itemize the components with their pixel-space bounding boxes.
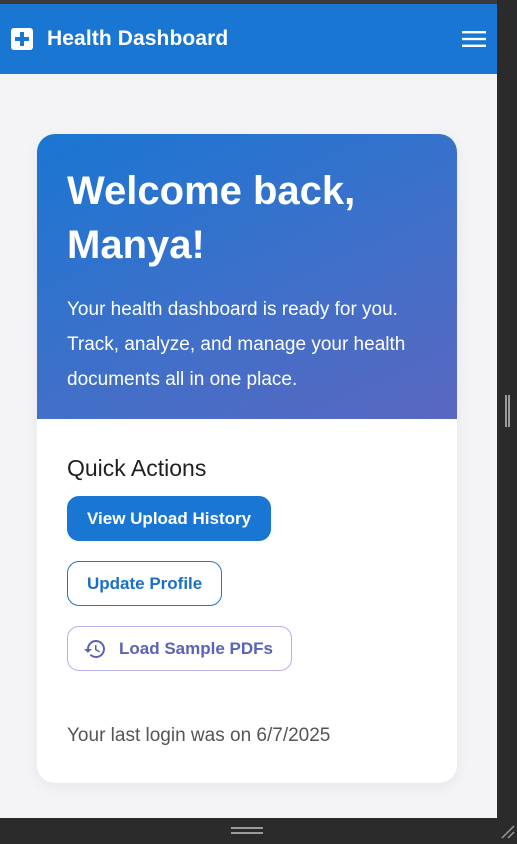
load-sample-pdfs-button[interactable]: Load Sample PDFs: [67, 626, 292, 671]
last-login-text: Your last login was on 6/7/2025: [67, 725, 331, 746]
quick-actions-section: Quick Actions View Upload History Update…: [37, 419, 457, 747]
view-upload-history-button[interactable]: View Upload History: [67, 496, 272, 541]
app-viewport: Health Dashboard Welcome back, Manya! Yo…: [0, 4, 497, 818]
welcome-title: Welcome back, Manya!: [67, 169, 356, 267]
vertical-resize-grip[interactable]: [505, 395, 510, 427]
dashboard-card: Welcome back, Manya! Your health dashboa…: [37, 134, 457, 783]
load-sample-pdfs-label: Load Sample PDFs: [119, 638, 273, 658]
app-bar: Health Dashboard: [0, 4, 497, 74]
update-profile-button[interactable]: Update Profile: [67, 561, 223, 606]
medical-cross-icon: [10, 27, 34, 51]
history-icon: [83, 637, 107, 661]
app-title: Health Dashboard: [47, 27, 229, 50]
horizontal-resize-grip[interactable]: [231, 827, 263, 834]
resize-corner-icon[interactable]: [499, 823, 515, 839]
quick-actions-title: Quick Actions: [67, 455, 207, 481]
hamburger-menu-icon[interactable]: [461, 28, 487, 50]
welcome-banner: Welcome back, Manya! Your health dashboa…: [37, 134, 457, 419]
welcome-text: Your health dashboard is ready for you. …: [67, 299, 406, 390]
